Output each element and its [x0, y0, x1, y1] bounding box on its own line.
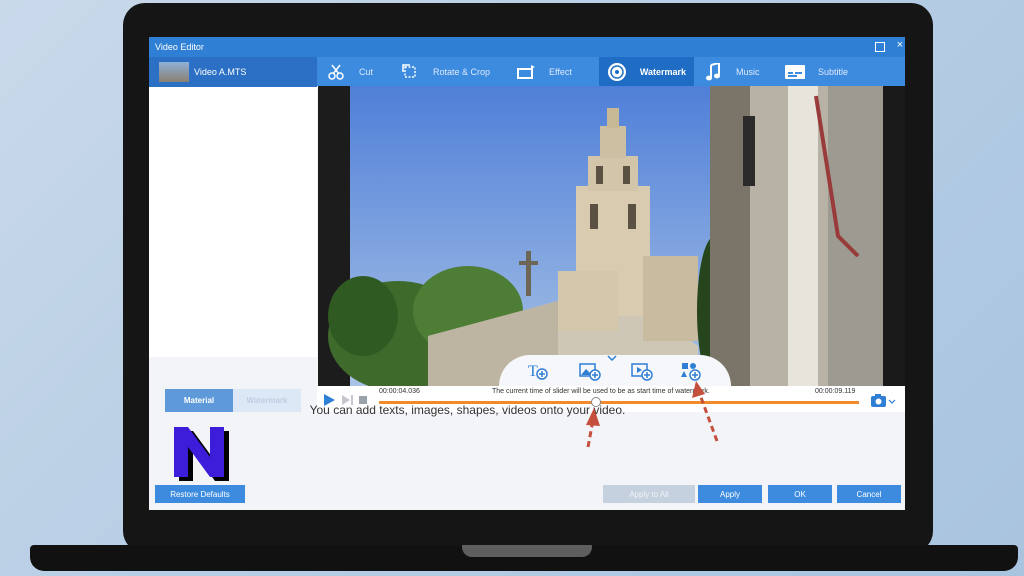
maximize-icon[interactable]	[875, 42, 885, 52]
slider-hint: The current time of slider will be used …	[492, 388, 710, 395]
file-item[interactable]: Video A.MTS	[149, 57, 317, 87]
file-sidebar: Video A.MTS	[149, 57, 317, 357]
empty-state-message: You can add texts, images, shapes, video…	[309, 403, 626, 417]
add-image-icon[interactable]	[579, 361, 601, 381]
laptop-notch	[462, 545, 592, 557]
editor-toolbar: Cut Rotate & Crop Effect Watermark Music	[317, 57, 905, 86]
tab-music[interactable]: Music	[694, 57, 776, 86]
add-video-icon[interactable]	[631, 361, 653, 381]
ok-button[interactable]: OK	[768, 485, 832, 503]
subtitle-icon	[784, 63, 806, 81]
add-shape-icon[interactable]	[681, 361, 703, 381]
window-title: Video Editor	[155, 42, 204, 52]
add-text-icon[interactable]: T	[527, 361, 549, 381]
channel-logo-icon	[174, 427, 229, 481]
apply-button[interactable]: Apply	[698, 485, 762, 503]
tab-label: Watermark	[639, 66, 686, 77]
music-note-icon	[702, 62, 724, 81]
total-time: 00:00:09.119	[815, 388, 856, 395]
tab-effect[interactable]: Effect	[507, 57, 599, 86]
restore-defaults-button[interactable]: Restore Defaults	[155, 485, 245, 503]
tab-label: Music	[736, 66, 760, 77]
footer-bar: Restore Defaults Apply to All Apply OK C…	[149, 480, 905, 510]
chevron-down-icon[interactable]	[607, 355, 617, 361]
watermark-icon	[607, 62, 628, 81]
current-time: 00:00:04.036	[379, 388, 420, 395]
video-thumbnail	[159, 62, 189, 82]
tab-watermark[interactable]: Watermark	[599, 57, 694, 86]
effect-icon	[515, 63, 537, 81]
tab-label: Effect	[549, 66, 572, 77]
video-preview	[318, 86, 905, 386]
crop-icon	[399, 63, 421, 81]
tab-cut[interactable]: Cut	[317, 57, 391, 86]
close-icon[interactable]: ×	[897, 39, 903, 51]
tab-label: Rotate & Crop	[433, 66, 491, 77]
tab-rotate-crop[interactable]: Rotate & Crop	[391, 57, 507, 86]
tab-subtitle[interactable]: Subtitle	[776, 57, 872, 86]
title-bar: Video Editor ×	[149, 37, 905, 57]
tab-label: Subtitle	[818, 66, 849, 77]
scissors-icon	[325, 63, 347, 81]
tab-label: Cut	[359, 66, 374, 77]
file-name: Video A.MTS	[194, 67, 247, 77]
video-editor-window: Video Editor × Video A.MTS Cut Rotate & …	[149, 37, 905, 510]
apply-to-all-button[interactable]: Apply to All	[603, 485, 695, 503]
svg-text:T: T	[528, 363, 538, 380]
cancel-button[interactable]: Cancel	[837, 485, 901, 503]
add-element-bar: T	[499, 355, 731, 386]
